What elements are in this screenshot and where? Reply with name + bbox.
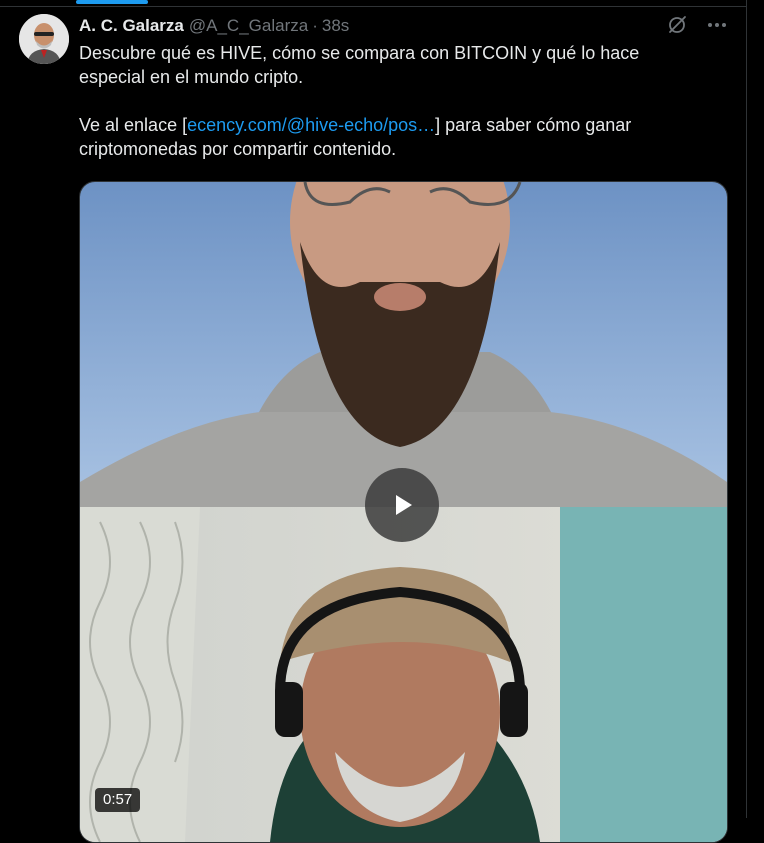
avatar-image: [19, 14, 69, 64]
tweet-paragraph: Descubre qué es HIVE, cómo se compara co…: [79, 43, 640, 87]
video-duration: 0:57: [95, 788, 141, 812]
separator-dot: ·: [312, 16, 318, 35]
author-handle[interactable]: @A_C_Galarza: [189, 16, 308, 36]
author-name[interactable]: A. C. Galarza: [79, 16, 184, 36]
column-border: [746, 0, 747, 818]
timestamp[interactable]: 38s: [322, 16, 349, 36]
tweet-link[interactable]: ecency.com/@hive-echo/pos…: [187, 115, 435, 135]
tweet-header: A. C. Galarza @A_C_Galarza · 38s: [79, 15, 349, 37]
more-options-button[interactable]: [704, 12, 730, 38]
tweet-actions: [664, 12, 730, 38]
divider: [0, 6, 746, 7]
tweet-paragraph: Ve al enlace [ecency.com/@hive-echo/pos……: [79, 113, 699, 161]
tweet-text: Descubre qué es HIVE, cómo se compara co…: [79, 41, 699, 161]
more-options-icon: [708, 23, 726, 27]
active-tab-indicator: [76, 0, 148, 4]
play-button[interactable]: [365, 468, 439, 542]
paragraph-prefix: Ve al enlace [: [79, 115, 188, 135]
play-icon: [396, 495, 412, 515]
avatar[interactable]: [19, 14, 69, 64]
grok-button[interactable]: [664, 12, 690, 38]
grok-icon: [669, 16, 686, 33]
